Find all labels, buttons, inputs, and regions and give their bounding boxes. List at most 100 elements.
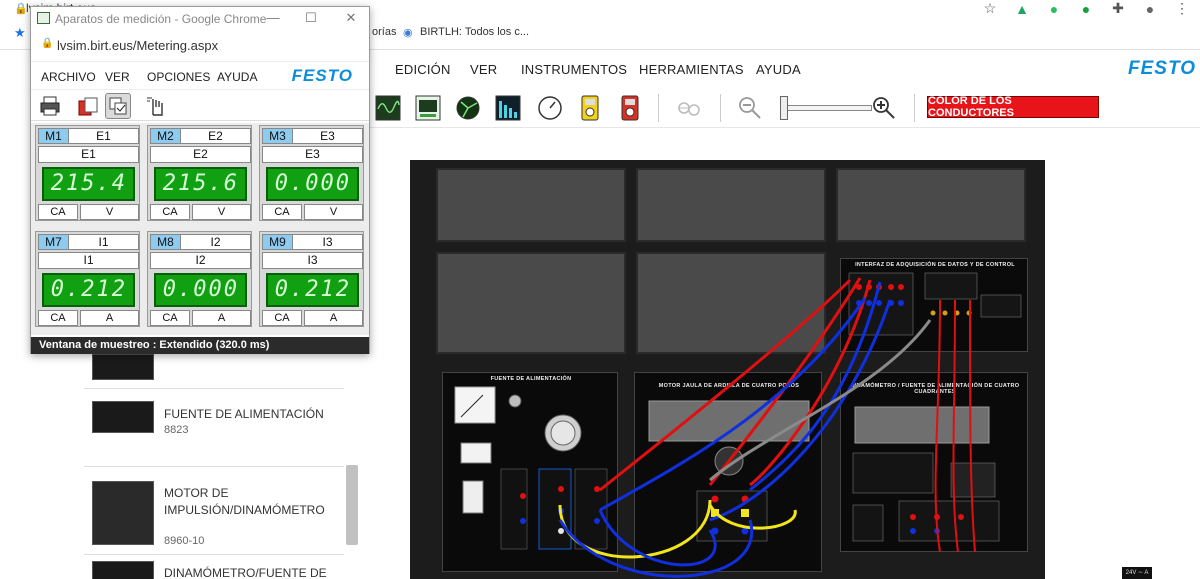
meter-m2[interactable]: M2 E2 E2 215.6 CA V	[147, 125, 252, 221]
menu-ayuda[interactable]: AYUDA	[756, 62, 801, 77]
conductor-color-button[interactable]: COLOR DE LOS CONDUCTORES	[927, 95, 1099, 119]
zoom-in-icon[interactable]	[870, 94, 898, 122]
phasor-diagram-icon[interactable]	[454, 94, 482, 122]
meter-display: 0.212	[42, 273, 135, 307]
puzzle-extensions-icon[interactable]: ✚	[1110, 0, 1126, 17]
meter-unit[interactable]: V	[304, 204, 363, 220]
red-meter-icon[interactable]	[616, 94, 644, 122]
zoom-out-icon[interactable]	[736, 94, 764, 122]
hand-pointer-icon[interactable]	[143, 93, 169, 119]
meter-unit[interactable]: A	[80, 310, 139, 326]
meter-footer: CA V	[38, 204, 139, 220]
sidebar-scrollbar[interactable]	[346, 465, 358, 545]
browser-menu-icon[interactable]: ⋮	[1174, 0, 1190, 17]
meter-unit[interactable]: A	[304, 310, 363, 326]
meter-label[interactable]: E3	[262, 146, 363, 163]
print-icon[interactable]	[37, 93, 63, 119]
popup-menu-bar: ARCHIVO VER OPCIONES AYUDA FESTO	[31, 61, 369, 87]
meter-id[interactable]: M2	[151, 129, 181, 143]
profile-avatar-icon[interactable]: ●	[1142, 1, 1158, 17]
menu-opciones[interactable]: OPCIONES	[147, 70, 210, 84]
meter-unit[interactable]: V	[192, 204, 251, 220]
meter-input[interactable]: E3	[293, 129, 362, 143]
list-item-title: MOTOR DE IMPULSIÓN/DINAMÓMETRO	[164, 486, 325, 517]
list-item[interactable]: MOTOR DE IMPULSIÓN/DINAMÓMETRO 8960-10	[84, 466, 344, 552]
list-item[interactable]: FUENTE DE ALIMENTACIÓN 8823	[84, 388, 344, 450]
list-item-title: DINAMÓMETRO/FUENTE DE	[164, 566, 327, 579]
drive-extension-icon[interactable]: ▲	[1014, 1, 1030, 17]
green-extension-icon[interactable]: ●	[1078, 1, 1094, 17]
meter-header: M7 I1	[38, 234, 139, 250]
meter-display: 0.000	[266, 167, 359, 201]
zoom-slider-track[interactable]	[782, 105, 872, 111]
meter-mode[interactable]: CA	[262, 310, 302, 326]
meter-label[interactable]: E1	[38, 146, 139, 163]
meter-header: M2 E2	[150, 128, 251, 144]
menu-edicion[interactable]: EDICIÓN	[395, 62, 451, 77]
gauge-icon[interactable]	[536, 94, 564, 122]
menu-archivo[interactable]: ARCHIVO	[41, 70, 96, 84]
bookmark-item[interactable]: orías	[372, 26, 396, 38]
probe-disabled-icon[interactable]	[674, 94, 702, 122]
popup-toolbar	[31, 89, 369, 121]
minimize-icon[interactable]: —	[263, 10, 283, 25]
meter-display: 0.212	[266, 273, 359, 307]
meter-mode[interactable]: CA	[150, 204, 190, 220]
meter-id[interactable]: M3	[263, 129, 293, 143]
meter-m9[interactable]: M9 I3 I3 0.212 CA A	[259, 231, 364, 327]
meter-m7[interactable]: M7 I1 I1 0.212 CA A	[35, 231, 140, 327]
menu-ver[interactable]: VER	[470, 62, 497, 77]
list-item-code: 8823	[164, 424, 189, 436]
equipment-thumbnail	[92, 401, 154, 433]
meter-label[interactable]: E2	[150, 146, 251, 163]
oscilloscope-icon[interactable]	[374, 94, 402, 122]
record-data-icon[interactable]	[75, 93, 101, 119]
metering-window: Aparatos de medición - Google Chrome — ☐…	[30, 6, 370, 354]
maximize-icon[interactable]: ☐	[301, 10, 321, 26]
meter-mode[interactable]: CA	[150, 310, 190, 326]
meter-label[interactable]: I3	[262, 252, 363, 269]
list-item-code: 8960-10	[164, 535, 205, 547]
meter-id[interactable]: M7	[39, 235, 69, 249]
meter-input[interactable]: I1	[69, 235, 138, 249]
zoom-slider-thumb[interactable]	[780, 96, 788, 120]
meter-footer: CA V	[150, 204, 251, 220]
meter-mode[interactable]: CA	[38, 204, 78, 220]
yellow-meter-icon[interactable]	[576, 94, 604, 122]
bookmark-item[interactable]: BIRTLH: Todos los c...	[420, 26, 529, 38]
meter-unit[interactable]: A	[192, 310, 251, 326]
meter-label[interactable]: I2	[150, 252, 251, 269]
meter-id[interactable]: M8	[151, 235, 181, 249]
meter-m3[interactable]: M3 E3 E3 0.000 CA V	[259, 125, 364, 221]
meter-input[interactable]: E1	[69, 129, 138, 143]
toolbar-divider	[658, 94, 659, 122]
close-icon[interactable]: ✕	[341, 10, 361, 26]
meter-m8[interactable]: M8 I2 I2 0.000 CA A	[147, 231, 252, 327]
wiring-cables	[558, 277, 976, 578]
bookmark-favicon-icon: ◉	[403, 27, 413, 39]
evernote-extension-icon[interactable]: ●	[1046, 1, 1062, 17]
meter-input[interactable]: I3	[293, 235, 362, 249]
meter-id[interactable]: M1	[39, 129, 69, 143]
meter-m1[interactable]: M1 E1 E1 215.4 CA V	[35, 125, 140, 221]
meter-label[interactable]: I1	[38, 252, 139, 269]
menu-herramientas[interactable]: HERRAMIENTAS	[639, 62, 744, 77]
meter-mode[interactable]: CA	[38, 310, 78, 326]
meter-id[interactable]: M9	[263, 235, 293, 249]
menu-instrumentos[interactable]: INSTRUMENTOS	[521, 62, 627, 77]
meter-input[interactable]: E2	[181, 129, 250, 143]
phasor-analyzer-icon[interactable]	[414, 94, 442, 122]
meter-header: M1 E1	[38, 128, 139, 144]
menu-ayuda[interactable]: AYUDA	[217, 70, 257, 84]
continuous-refresh-icon[interactable]	[105, 93, 131, 119]
meter-display: 215.6	[154, 167, 247, 201]
list-item[interactable]	[84, 354, 344, 388]
meter-input[interactable]: I2	[181, 235, 250, 249]
meter-unit[interactable]: V	[80, 204, 139, 220]
bookmark-star-icon[interactable]: ☆	[982, 0, 998, 17]
meter-mode[interactable]: CA	[262, 204, 302, 220]
menu-ver[interactable]: VER	[105, 70, 130, 84]
list-item[interactable]: DINAMÓMETRO/FUENTE DE	[84, 554, 344, 579]
harmonic-analyzer-icon[interactable]	[494, 94, 522, 122]
window-titlebar[interactable]: Aparatos de medición - Google Chrome — ☐…	[31, 7, 369, 31]
